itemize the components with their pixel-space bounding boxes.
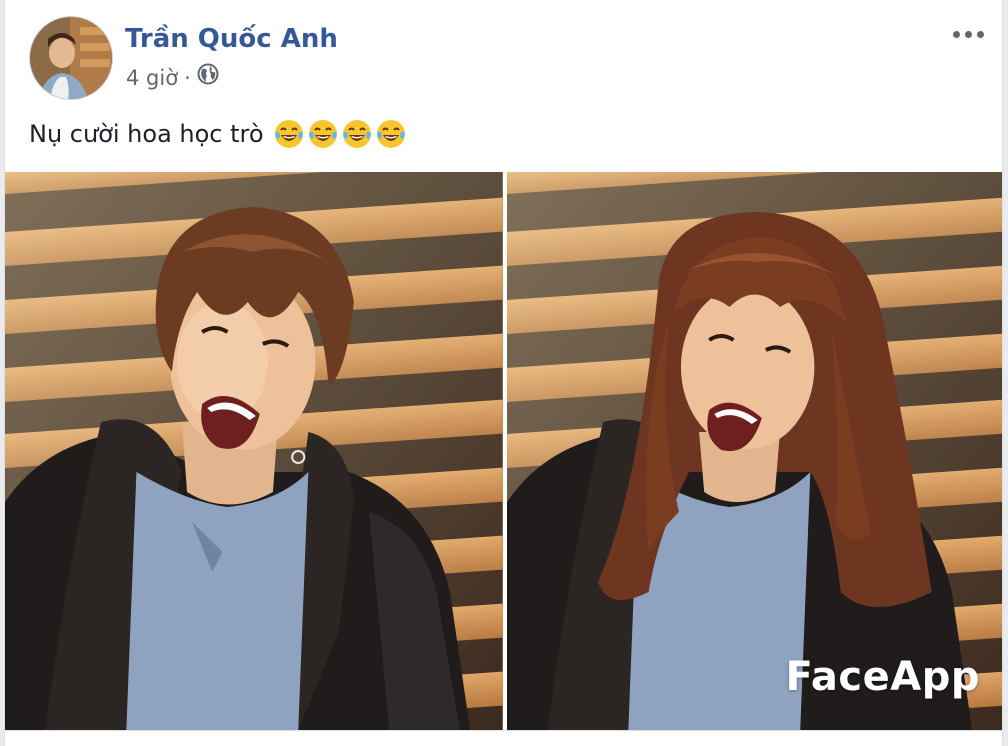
photo-original-image (5, 172, 503, 730)
meta-separator: · (184, 65, 191, 90)
more-options-button[interactable] (948, 22, 988, 46)
avatar-image (30, 17, 112, 99)
author-name-link[interactable]: Trần Quốc Anh (125, 22, 338, 56)
laughing-tears-emoji (274, 120, 303, 148)
ellipsis-dot (976, 30, 984, 38)
post-caption: Nụ cười hoa học trò (29, 120, 264, 148)
faceapp-watermark: FaceApp (785, 654, 980, 700)
feed-post: Trần Quốc Anh 4 giờ · Nụ cười hoa học tr… (4, 0, 1003, 746)
emoji-row (274, 119, 406, 149)
photo-faceapp-image (506, 172, 1002, 730)
post-footer-divider (5, 730, 1002, 746)
laughing-tears-emoji (342, 120, 371, 148)
photo-grid: FaceApp (5, 172, 1002, 730)
laughing-tears-emoji (376, 120, 405, 148)
ellipsis-dot (952, 30, 960, 38)
photo-original[interactable] (5, 172, 503, 730)
photo-faceapp[interactable]: FaceApp (506, 172, 1002, 730)
post-timestamp[interactable]: 4 giờ (126, 64, 178, 92)
ellipsis-dot (964, 30, 972, 38)
post-text: Nụ cười hoa học trò (29, 117, 406, 151)
author-avatar[interactable] (29, 16, 113, 100)
globe-icon[interactable] (197, 63, 219, 92)
laughing-tears-emoji (308, 120, 337, 148)
post-meta: 4 giờ · (126, 63, 219, 92)
